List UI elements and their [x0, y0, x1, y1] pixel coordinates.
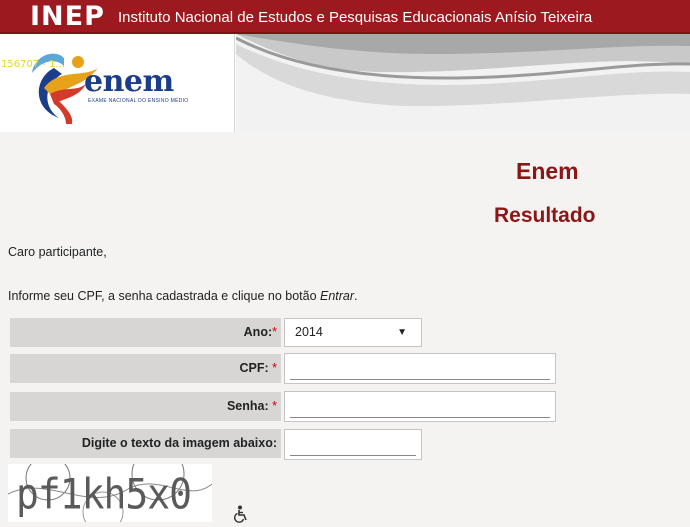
banner-logo-area: enem EXAME NACIONAL DO ENSINO MÉDIO 1567… [0, 34, 235, 132]
banner: enem EXAME NACIONAL DO ENSINO MÉDIO 1567… [0, 34, 690, 132]
cpf-input[interactable] [284, 353, 556, 384]
cpf-label-text: CPF: [239, 361, 273, 375]
page-title: Enem [516, 158, 579, 184]
enem-wordmark: enem [84, 64, 174, 99]
instruction-suffix: . [354, 289, 358, 303]
input-underline [290, 379, 550, 380]
instruction-text: Informe seu CPF, a senha cadastrada e cl… [8, 289, 358, 303]
institution-name: Instituto Nacional de Estudos e Pesquisa… [118, 9, 593, 26]
visit-counter: 156707 - 1... [1, 59, 66, 70]
captcha-text: pf1kh5x0 [16, 469, 192, 519]
input-underline [290, 455, 416, 456]
instruction-action: Entrar [320, 289, 355, 303]
senha-input[interactable] [284, 391, 556, 422]
page-subtitle: Resultado [494, 204, 596, 227]
required-mark: * [272, 399, 277, 413]
input-underline [290, 417, 550, 418]
senha-label-text: Senha: [226, 399, 273, 413]
captcha-input[interactable] [284, 429, 422, 460]
banner-decoration [236, 34, 690, 132]
instruction-prefix: Informe seu CPF, a senha cadastrada e cl… [8, 289, 320, 303]
required-mark: * [272, 325, 277, 339]
inep-logo[interactable]: INEP [30, 3, 105, 30]
enem-subtitle: EXAME NACIONAL DO ENSINO MÉDIO [88, 98, 189, 104]
top-header-bar: INEP Instituto Nacional de Estudos e Pes… [0, 0, 690, 34]
ano-select[interactable]: 2014 ▼ [284, 318, 422, 347]
cpf-label: CPF: * [10, 354, 281, 383]
captcha-label: Digite o texto da imagem abaixo: [10, 429, 281, 458]
wheelchair-icon[interactable] [233, 505, 249, 523]
chevron-down-icon: ▼ [397, 327, 407, 338]
greeting-text: Caro participante, [8, 245, 107, 259]
captcha-image: pf1kh5x0 [8, 464, 212, 522]
ano-label-text: Ano: [243, 325, 273, 339]
required-mark: * [272, 361, 277, 375]
ano-label: Ano:* [10, 318, 281, 347]
senha-label: Senha: * [10, 392, 281, 421]
ano-selected-value: 2014 [295, 325, 323, 339]
